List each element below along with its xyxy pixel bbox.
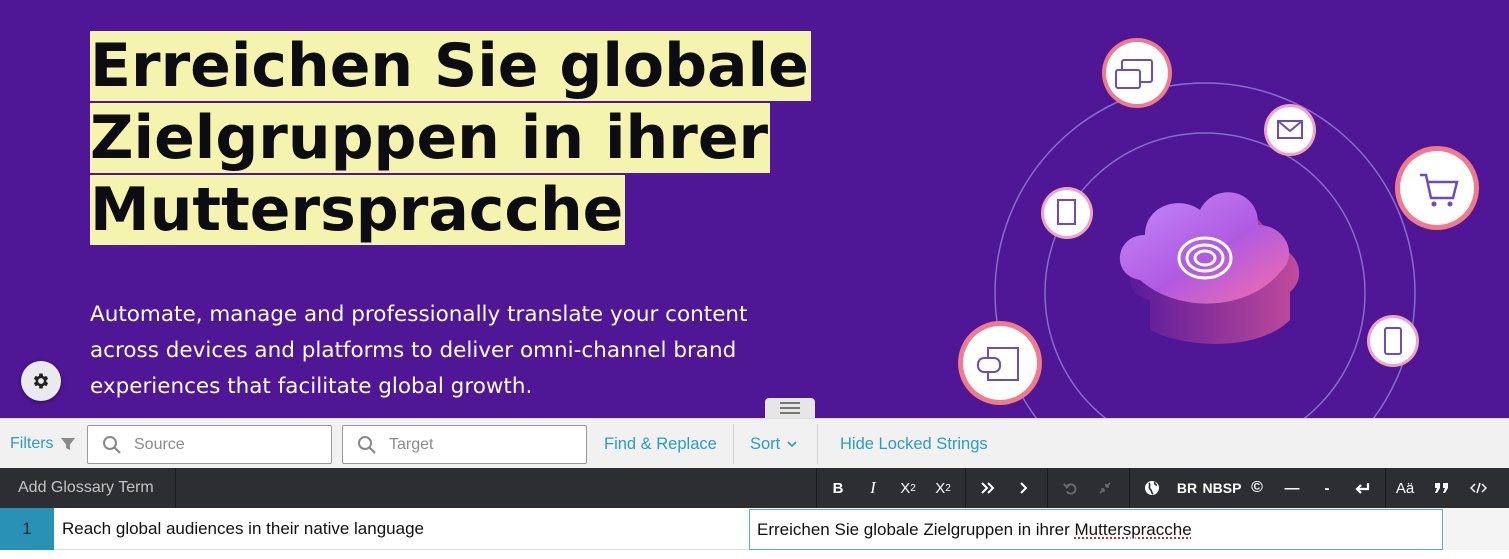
subscript-base: X	[935, 479, 946, 497]
editor-toolbar: Add Glossary Term B I X2 X2 BR NBSP © — …	[0, 468, 1509, 508]
target-text: Erreichen Sie globale Zielgruppen in ihr…	[757, 520, 1075, 539]
row-status-cell	[1444, 508, 1509, 550]
undo-icon	[1062, 482, 1076, 495]
sort-dropdown[interactable]: Sort	[750, 435, 797, 454]
subscript-mark: 2	[945, 482, 951, 494]
divider	[816, 468, 817, 508]
divider	[1047, 468, 1048, 508]
cloud-illustration	[958, 38, 1479, 418]
funnel-icon	[60, 438, 75, 450]
globe-icon	[1145, 481, 1159, 495]
row-number: 1	[0, 508, 54, 550]
copy-all-source-button[interactable]	[976, 468, 1000, 508]
icon-bubble-chat	[958, 321, 1042, 405]
filters-button[interactable]: Filters	[10, 435, 76, 453]
cloud-shape	[1119, 192, 1300, 344]
source-string: Reach global audiences in their native l…	[62, 519, 424, 538]
divider	[817, 424, 818, 464]
target-string: Erreichen Sie globale Zielgruppen in ihr…	[757, 520, 1192, 540]
bold-button[interactable]: B	[826, 468, 850, 508]
nbsp-button[interactable]: NBSP	[1203, 468, 1242, 508]
divider	[1385, 468, 1386, 508]
source-search-input[interactable]	[134, 435, 314, 454]
icon-bubble-mobile	[1367, 315, 1419, 367]
double-chevron-right-icon	[981, 482, 995, 494]
subscript-button[interactable]: X2	[930, 468, 956, 508]
superscript-button[interactable]: X2	[895, 468, 921, 508]
icon-bubble-document	[1041, 187, 1093, 239]
divider	[965, 468, 966, 508]
hamburger-icon	[780, 402, 800, 414]
target-search-field	[342, 425, 587, 464]
hyphen-button[interactable]: -	[1316, 468, 1338, 508]
collapse-button[interactable]	[1093, 468, 1117, 508]
em-dash-button[interactable]: —	[1280, 468, 1304, 508]
panel-resize-handle[interactable]	[765, 398, 815, 418]
language-button[interactable]	[1140, 468, 1164, 508]
settings-button[interactable]	[21, 361, 61, 401]
search-icon	[103, 435, 121, 454]
source-search-field	[87, 425, 332, 464]
gear-icon	[33, 373, 49, 389]
find-replace-button[interactable]: Find & Replace	[604, 435, 717, 454]
add-glossary-term-button[interactable]: Add Glossary Term	[0, 468, 176, 508]
target-search-input[interactable]	[389, 435, 569, 454]
italic-button[interactable]: I	[861, 468, 885, 508]
target-string-editor[interactable]: Erreichen Sie globale Zielgruppen in ihr…	[749, 509, 1443, 550]
line-break-button[interactable]: BR	[1174, 468, 1200, 508]
enter-button[interactable]	[1350, 468, 1374, 508]
divider	[733, 424, 734, 464]
return-arrow-icon	[1355, 483, 1370, 494]
change-case-button[interactable]: Aä	[1392, 468, 1418, 508]
sort-label: Sort	[750, 435, 781, 453]
collapse-icon	[1099, 482, 1111, 494]
quote-button[interactable]	[1429, 468, 1453, 508]
misspelled-word: Mutterspracche	[1074, 520, 1192, 539]
table-row[interactable]: 1 Reach global audiences in their native…	[0, 508, 1509, 550]
icon-bubble-email	[1264, 104, 1316, 156]
icon-bubble-cart	[1395, 146, 1479, 230]
superscript-base: X	[900, 479, 911, 497]
hero-subtitle: Automate, manage and professionally tran…	[90, 302, 748, 399]
divider	[1129, 468, 1130, 508]
chevron-right-icon	[1020, 482, 1028, 494]
filter-bar: Filters Find & Replace Sort Hide Locked …	[0, 418, 1509, 468]
code-icon	[1469, 482, 1487, 494]
hide-locked-strings-button[interactable]: Hide Locked Strings	[840, 435, 988, 454]
filters-label: Filters	[10, 435, 54, 452]
search-icon	[358, 435, 376, 454]
icon-bubble-translate	[1102, 38, 1172, 108]
superscript-mark: 2	[910, 482, 916, 494]
chevron-down-icon	[787, 441, 797, 448]
undo-button[interactable]	[1058, 468, 1082, 508]
hero-banner: Erreichen Sie globale Zielgruppen in ihr…	[0, 0, 1509, 418]
copy-source-button[interactable]	[1012, 468, 1036, 508]
copyright-button[interactable]: ©	[1246, 468, 1268, 508]
code-view-button[interactable]	[1465, 468, 1491, 508]
hero-title: Erreichen Sie globale Zielgruppen in ihr…	[90, 31, 811, 245]
quote-icon	[1434, 483, 1448, 493]
